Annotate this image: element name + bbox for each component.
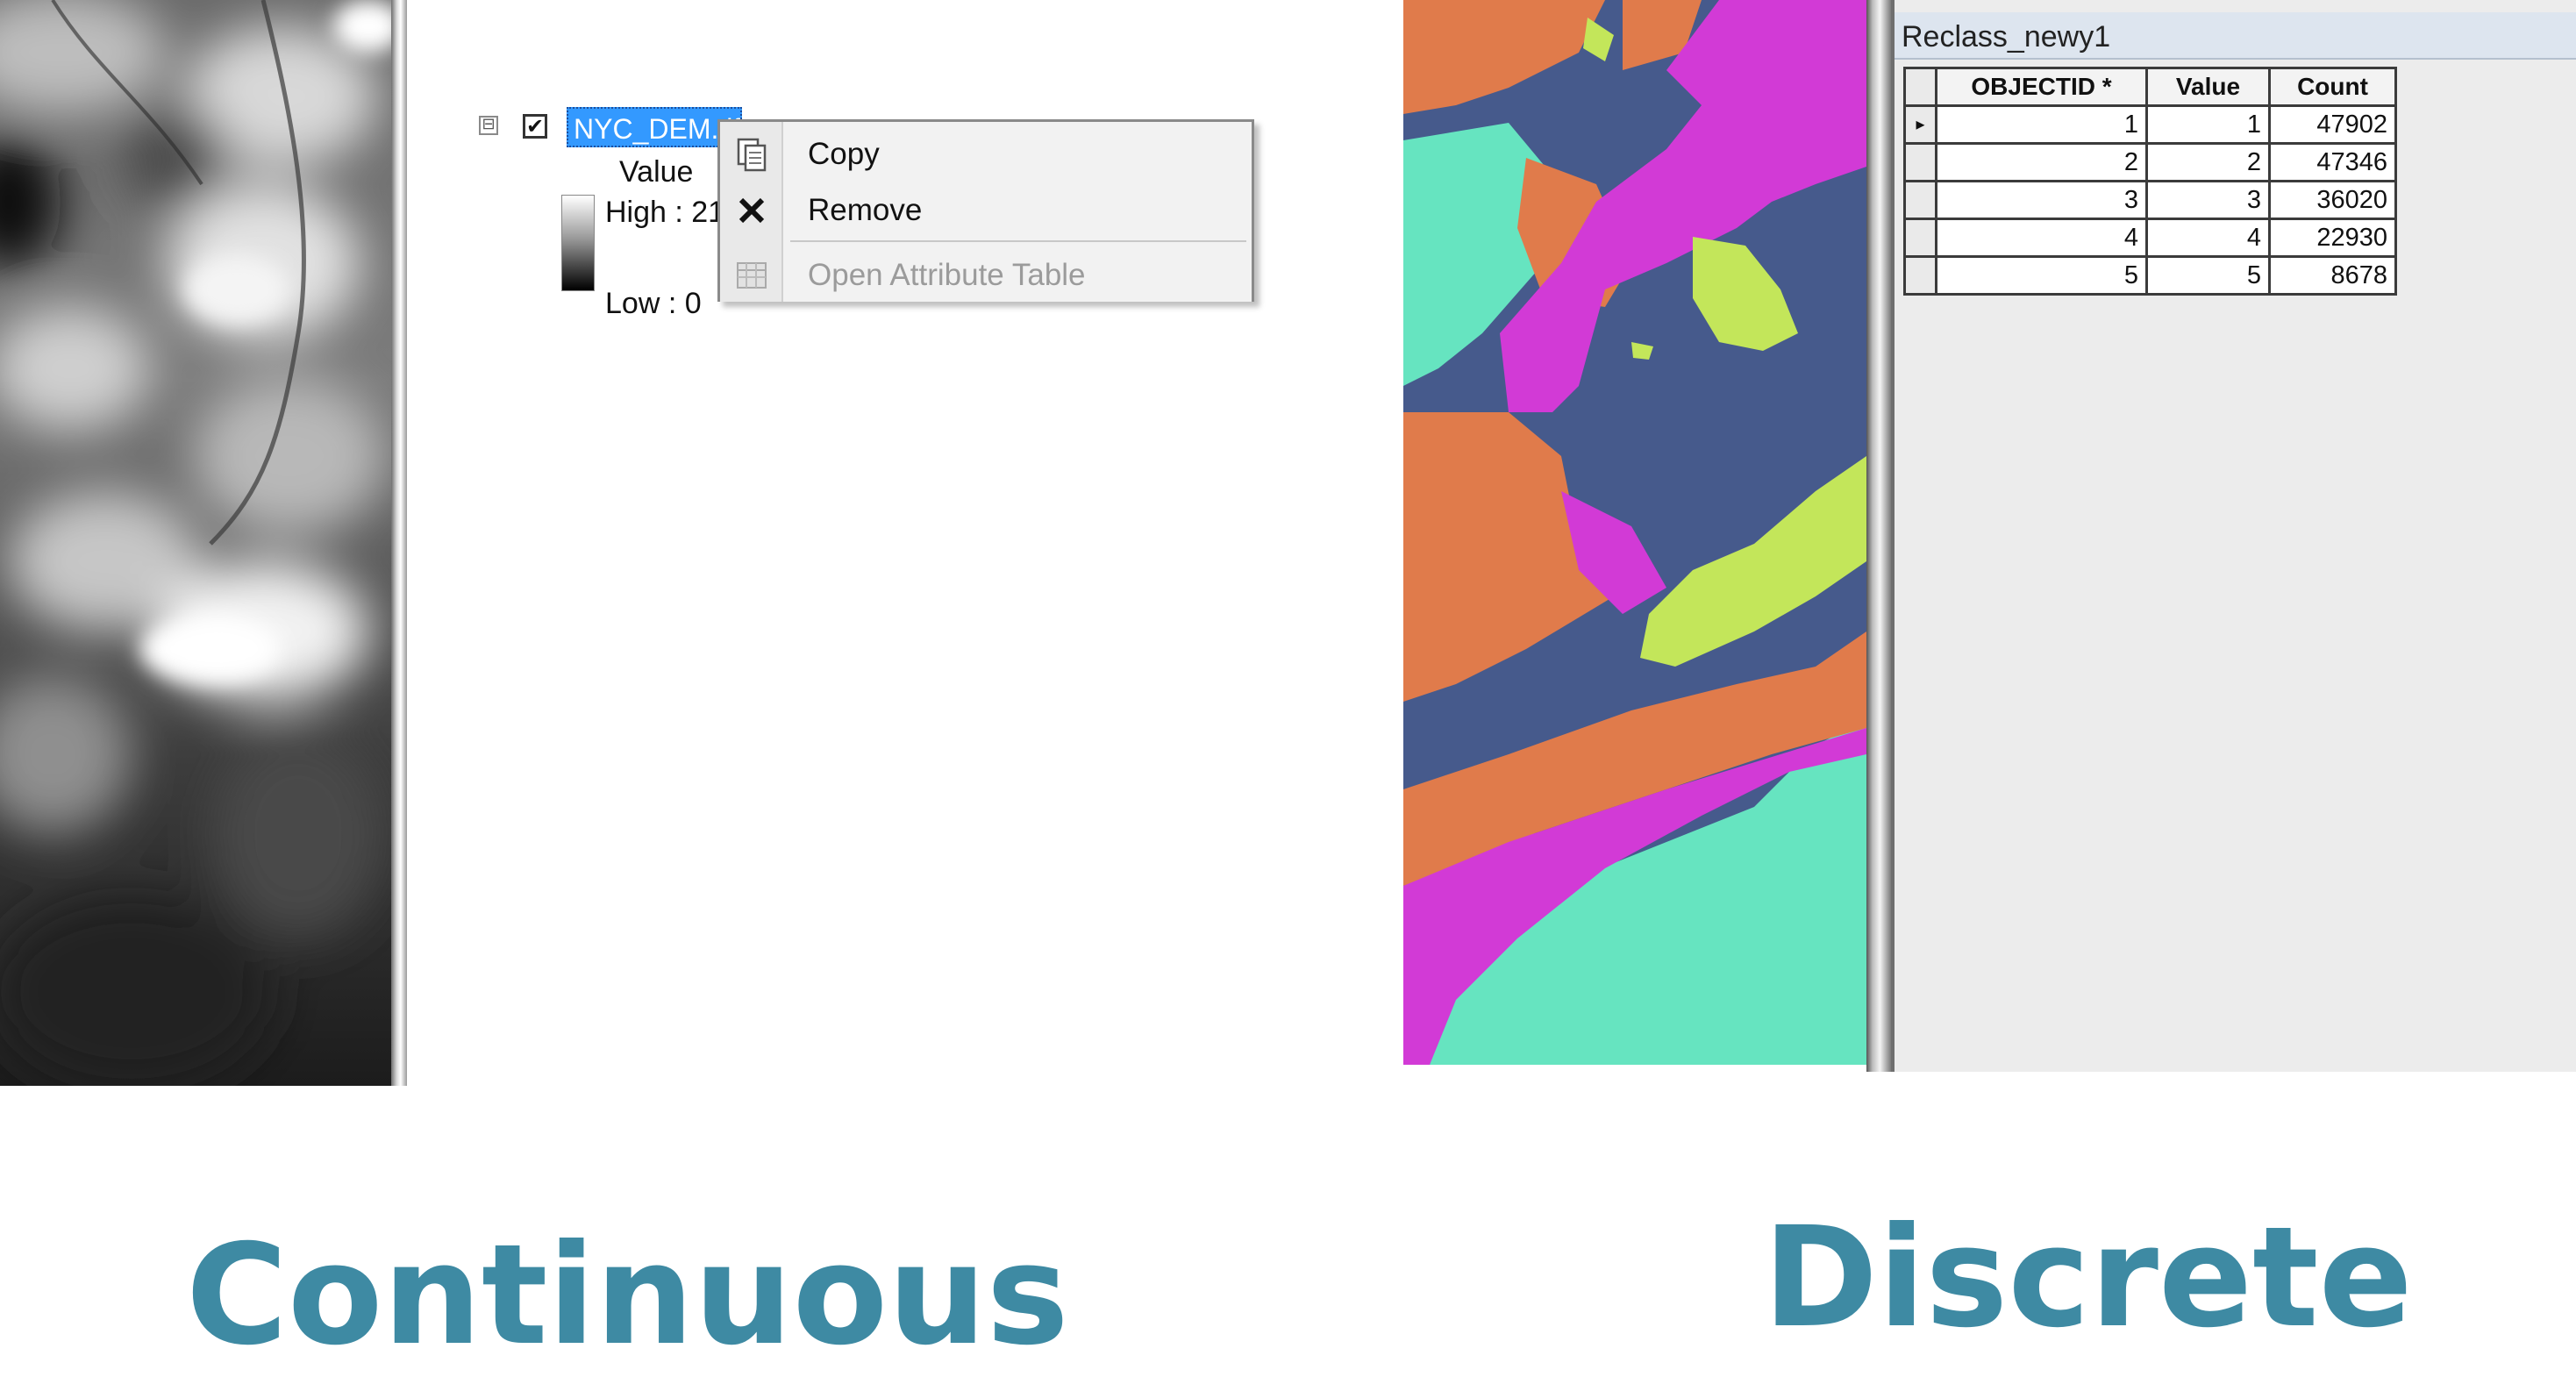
table-tab[interactable]: Reclass_newy1 — [1895, 12, 2576, 60]
dem-grayscale-image — [0, 0, 395, 1086]
layer-name[interactable]: NYC_DEM.tif — [567, 107, 742, 147]
menu-label-open-attribute-table: Open Attribute Table — [808, 258, 1086, 292]
copy-icon — [737, 138, 767, 172]
legend-field-label: Value — [619, 155, 694, 189]
table-icon — [737, 262, 767, 289]
table-row[interactable]: 2 2 47346 — [1903, 142, 2397, 182]
table-row[interactable]: 3 3 36020 — [1903, 180, 2397, 220]
remove-icon — [739, 197, 765, 224]
row-selector[interactable] — [1903, 255, 1937, 296]
menu-item-copy[interactable]: Copy — [720, 125, 1252, 183]
legend-color-ramp — [561, 195, 595, 291]
panel-divider-2[interactable] — [1866, 0, 1891, 1072]
legend-low-label: Low : 0 — [605, 287, 702, 320]
cell-value[interactable]: 1 — [2145, 104, 2271, 145]
row-selector[interactable] — [1903, 218, 1937, 258]
caption-continuous: Continuous — [186, 1215, 1069, 1376]
cell-objectid[interactable]: 2 — [1935, 142, 2148, 182]
continuous-dem-raster — [0, 0, 395, 1086]
layer-visibility-checkbox[interactable]: ✔ — [523, 114, 547, 139]
table-row[interactable]: ▸ 1 1 47902 — [1903, 104, 2397, 145]
attribute-table-window: Reclass_newy1 OBJECTID * Value Count ▸ 1… — [1891, 0, 2576, 1072]
caption-discrete: Discrete — [1763, 1197, 2413, 1359]
row-selector[interactable] — [1903, 142, 1937, 182]
column-header-objectid[interactable]: OBJECTID * — [1935, 67, 2148, 107]
menu-item-open-attribute-table[interactable]: Open Attribute Table — [720, 246, 1252, 302]
cell-count[interactable]: 47346 — [2268, 142, 2397, 182]
column-header-value[interactable]: Value — [2145, 67, 2271, 107]
reclass-color-image — [1403, 0, 1866, 1065]
attribute-table: OBJECTID * Value Count ▸ 1 1 47902 2 2 4… — [1903, 67, 2397, 296]
cell-value[interactable]: 5 — [2145, 255, 2271, 296]
menu-separator — [790, 240, 1246, 242]
cell-objectid[interactable]: 3 — [1935, 180, 2148, 220]
table-row[interactable]: 5 5 8678 — [1903, 255, 2397, 296]
row-selector-header[interactable] — [1903, 67, 1937, 107]
cell-count[interactable]: 8678 — [2268, 255, 2397, 296]
cell-objectid[interactable]: 5 — [1935, 255, 2148, 296]
cell-count[interactable]: 36020 — [2268, 180, 2397, 220]
table-title: Reclass_newy1 — [1902, 20, 2111, 54]
legend-high-label: High : 21 — [605, 196, 717, 229]
cell-value[interactable]: 3 — [2145, 180, 2271, 220]
cell-objectid[interactable]: 1 — [1935, 104, 2148, 145]
cell-objectid[interactable]: 4 — [1935, 218, 2148, 258]
menu-label-copy: Copy — [808, 137, 880, 171]
table-row[interactable]: 4 4 22930 — [1903, 218, 2397, 258]
row-selector-current-icon[interactable]: ▸ — [1903, 104, 1937, 145]
cell-value[interactable]: 2 — [2145, 142, 2271, 182]
menu-label-remove: Remove — [808, 193, 923, 227]
cell-value[interactable]: 4 — [2145, 218, 2271, 258]
context-menu: Copy Remove Open Attribute Table — [717, 119, 1254, 302]
cell-count[interactable]: 22930 — [2268, 218, 2397, 258]
collapse-toggle-icon[interactable]: ⊟ — [479, 116, 498, 135]
cell-count[interactable]: 47902 — [2268, 104, 2397, 145]
panel-divider[interactable] — [391, 0, 407, 1086]
menu-item-remove[interactable]: Remove — [720, 182, 1252, 239]
table-header-row: OBJECTID * Value Count — [1903, 67, 2397, 107]
discrete-reclass-raster — [1403, 0, 1866, 1065]
column-header-count[interactable]: Count — [2268, 67, 2397, 107]
row-selector[interactable] — [1903, 180, 1937, 220]
